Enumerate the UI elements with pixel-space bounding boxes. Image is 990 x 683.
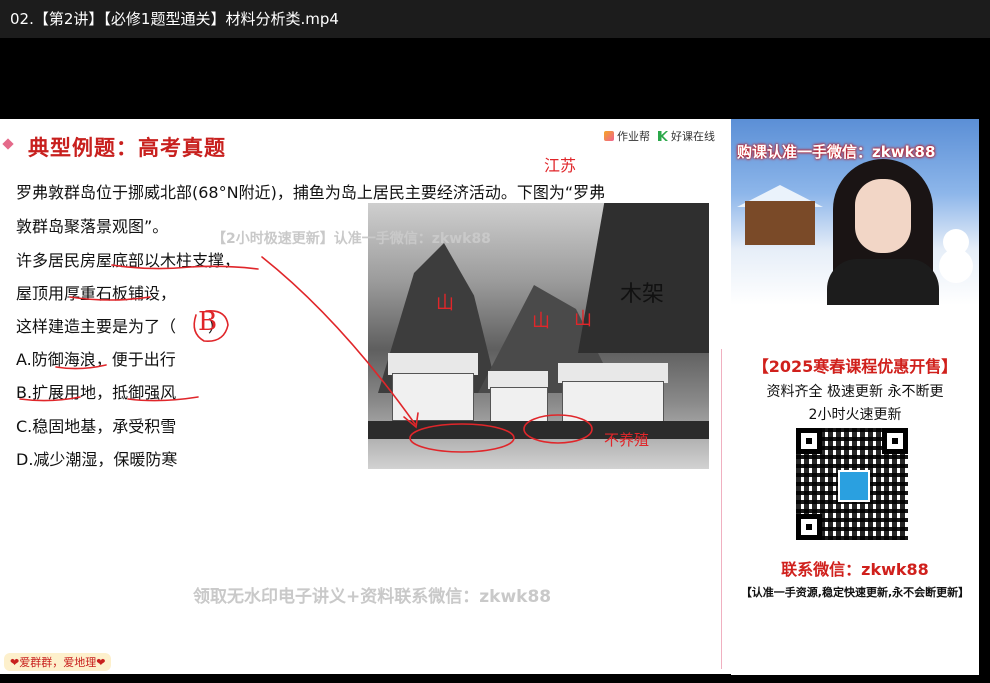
- annotation-bottom-note: 不养殖: [604, 431, 650, 449]
- question-line-1: 罗弗敦群岛位于挪威北部(68°N附近)，捕鱼为岛上居民主要经济活动。下图为“罗弗: [16, 183, 606, 202]
- qr-finder-icon: [796, 514, 822, 540]
- annotation-mountain-2: 山: [532, 311, 550, 332]
- watermark-top: 【2小时极速更新】认准一手微信：zkwk88: [212, 231, 491, 247]
- heading-bullet-icon: [2, 138, 14, 150]
- footer-badge: ❤爱群群，爱地理❤: [4, 653, 112, 671]
- annotation-top-note: 江苏: [544, 156, 577, 175]
- question-stem: 这样建造主要是为了（ ）: [16, 317, 225, 336]
- watermark-bottom: 领取无水印电子讲义+资料联系微信：zkwk88: [193, 587, 552, 607]
- promo-panel: 【2025寒春课程优惠开售】 资料齐全 极速更新 永不断更 2小时火速更新 联系…: [731, 305, 979, 675]
- brand-logos: 作业帮 好课在线: [604, 128, 715, 144]
- right-edge-strip: [979, 119, 990, 683]
- option-d: D.减少潮湿，保暖防寒: [16, 450, 178, 469]
- promo-line-2: 2小时火速更新: [808, 407, 902, 423]
- video-title: 02.【第2讲】【必修1题型通关】材料分析类.mp4: [0, 0, 990, 38]
- brand-haoke: 好课在线: [658, 128, 715, 144]
- zuoyebang-logo-icon: [604, 131, 614, 141]
- qr-finder-icon: [796, 428, 822, 454]
- teacher-body: [827, 259, 939, 305]
- promo-line-1: 资料齐全 极速更新 永不断更: [766, 384, 944, 400]
- annotation-mountain-1: 山: [436, 293, 454, 314]
- qr-code[interactable]: [796, 428, 908, 540]
- annotation-answer: B: [198, 307, 218, 337]
- teacher-webcam: 购课认准一手微信：zkwk88: [731, 119, 979, 305]
- promo-title: 【2025寒春课程优惠开售】: [752, 357, 958, 376]
- option-a: A.防御海浪，便于出行: [16, 350, 176, 369]
- brand-zuoyebang-label: 作业帮: [617, 130, 650, 143]
- qr-finder-icon: [882, 428, 908, 454]
- annotation-mountain-3: 山: [574, 309, 592, 330]
- brand-zuoyebang: 作业帮: [604, 128, 650, 144]
- photo-label-wood-frame: 木架: [620, 282, 665, 307]
- question-line-2: 敦群岛聚落景观图”。: [16, 217, 169, 236]
- lecture-slide: 典型例题：高考真题 作业帮 好课在线 罗弗敦群岛位于挪威北部(68°N附近)，捕…: [0, 119, 731, 674]
- haoke-logo-icon: [658, 131, 668, 141]
- promo-contact: 联系微信：zkwk88: [781, 560, 929, 579]
- promo-footer: 【认准一手资源,稳定快速更新,永不会断更新】: [740, 586, 970, 599]
- option-c: C.稳固地基，承受积雪: [16, 417, 177, 436]
- slide-heading: 典型例题：高考真题: [28, 136, 226, 160]
- brand-haoke-label: 好课在线: [671, 130, 715, 143]
- webcam-banner: 购课认准一手微信：zkwk88: [737, 143, 936, 161]
- question-line-3: 许多居民房屋底部以木柱支撑，: [16, 251, 241, 270]
- teacher-face: [855, 179, 911, 253]
- question-line-4: 屋顶用厚重石板铺设，: [16, 284, 177, 303]
- cabin-icon: [745, 201, 815, 245]
- snowman-icon: [943, 229, 969, 255]
- option-b: B.扩展用地，抵御强风: [16, 383, 177, 402]
- slide-border-line: [721, 349, 722, 669]
- qr-logo-icon: [838, 470, 870, 502]
